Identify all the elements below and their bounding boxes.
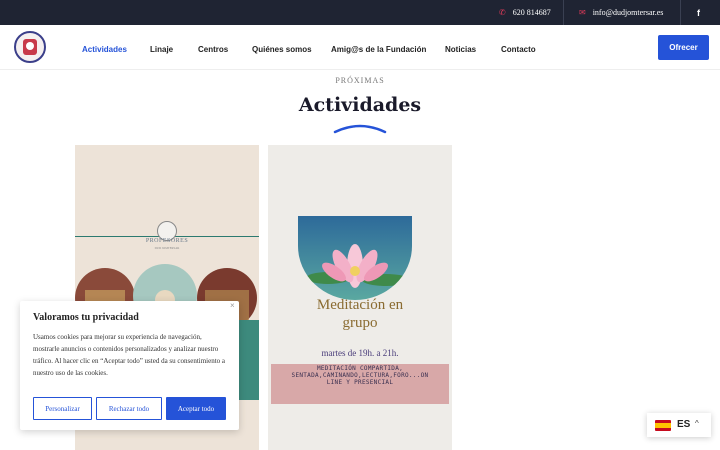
lotus-flower-image xyxy=(298,216,412,300)
topbar-divider xyxy=(680,0,681,25)
nav-item-contacto[interactable]: Contacto xyxy=(501,45,536,54)
card-details-line1: MEDITACIÓN COMPARTIDA, xyxy=(316,365,404,372)
section-title: Actividades xyxy=(298,94,422,116)
chevron-up-icon: ^ xyxy=(695,419,699,428)
cookie-body: Usamos cookies para mejorar su experienc… xyxy=(33,333,226,377)
cookie-title: Valoramos tu privacidad xyxy=(33,312,139,323)
main-navbar: Actividades Linaje Centros Quiénes somos… xyxy=(0,25,720,70)
phone-icon: ✆ xyxy=(499,8,506,17)
cookie-consent-dialog: × Valoramos tu privacidad Usamos cookies… xyxy=(20,301,239,430)
facebook-icon[interactable]: f xyxy=(697,0,700,25)
nav-item-amigos-fundacion[interactable]: Amig@s de la Fundación xyxy=(331,45,426,54)
card-heading-line2: grupo xyxy=(342,315,378,331)
card-details-text: MEDITACIÓN COMPARTIDA, SENTADA,CAMINANDO… xyxy=(271,365,449,386)
top-bar: ✆ 620 814687 ✉ info@dudjomtersar.es f xyxy=(0,0,720,25)
card-label: PROFESORES xyxy=(145,238,189,244)
card-schedule: martes de 19h. a 21h. xyxy=(321,348,399,358)
language-code: ES xyxy=(677,419,691,430)
envelope-icon: ✉ xyxy=(579,8,586,17)
nav-item-noticias[interactable]: Noticias xyxy=(445,45,476,54)
email-address: info@dudjomtersar.es xyxy=(592,8,664,17)
phone-link[interactable]: ✆ 620 814687 xyxy=(499,0,551,25)
card-sublabel: DUD JOMTERSAR xyxy=(154,246,180,250)
spain-flag-icon xyxy=(655,420,671,431)
card-details-line2: SENTADA,CAMINANDO,LECTURA,FORO...ON xyxy=(291,372,429,379)
logo-center xyxy=(26,42,34,50)
title-underline-arc xyxy=(333,124,387,134)
card-details-line3: LINE Y PRESENCIAL xyxy=(326,379,394,386)
nav-item-centros[interactable]: Centros xyxy=(198,45,228,54)
card-heading-line1: Meditación en xyxy=(316,297,404,313)
phone-number: 620 814687 xyxy=(512,8,551,17)
language-selector[interactable]: ES ^ xyxy=(647,413,711,437)
nav-item-quienes-somos[interactable]: Quiénes somos xyxy=(252,45,312,54)
nav-item-linaje[interactable]: Linaje xyxy=(150,45,173,54)
site-logo[interactable] xyxy=(14,31,46,63)
email-link[interactable]: ✉ info@dudjomtersar.es xyxy=(579,0,663,25)
card-heading: Meditación en grupo xyxy=(268,296,452,332)
section-kicker: PRÓXIMAS xyxy=(335,76,385,85)
activity-card-meditacion[interactable]: Meditación en grupo martes de 19h. a 21h… xyxy=(268,145,452,450)
ofrecer-button[interactable]: Ofrecer xyxy=(658,35,709,60)
reject-all-button[interactable]: Rechazar todo xyxy=(96,397,162,420)
customize-button[interactable]: Personalizar xyxy=(33,397,92,420)
accept-all-button[interactable]: Aceptar todo xyxy=(166,397,226,420)
nav-item-actividades[interactable]: Actividades xyxy=(82,45,127,54)
flag-stripe-bottom xyxy=(655,428,671,431)
close-icon[interactable]: × xyxy=(230,301,235,310)
topbar-divider xyxy=(563,0,564,25)
